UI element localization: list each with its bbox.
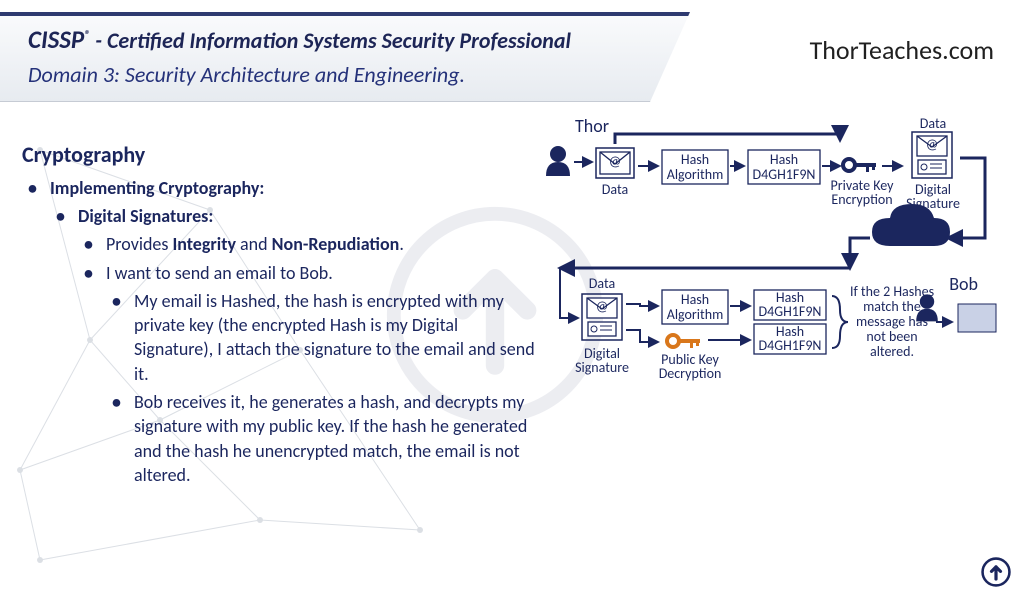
envelope-icon	[596, 148, 634, 178]
title-prefix: CISSP	[28, 24, 84, 55]
data-label-2: Data	[920, 115, 946, 132]
domain-subtitle: Domain 3: Security Architecture and Engi…	[28, 61, 662, 88]
bullet-step-sign: My email is Hashed, the hash is encrypte…	[106, 289, 537, 386]
data-label-1: Data	[602, 181, 628, 198]
bob-label: Bob	[949, 273, 978, 295]
svg-text:D4GH1F9N: D4GH1F9N	[759, 303, 822, 320]
key-icon-public	[667, 335, 700, 348]
svg-text:Encryption: Encryption	[831, 191, 892, 208]
data-label-3: Data	[589, 275, 615, 292]
header: CISSP® - Certified Information Systems S…	[0, 12, 1024, 104]
person-icon	[546, 146, 570, 176]
brand-label: ThorTeaches.com	[810, 34, 994, 66]
data-sig-package-icon-2	[582, 294, 622, 340]
svg-text:Algorithm: Algorithm	[667, 306, 724, 323]
bullet-integrity: Provides Integrity and Non-Repudiation.	[78, 232, 537, 256]
bullet-implementing: Implementing Cryptography: Digital Signa…	[22, 176, 537, 488]
svg-text:Signature: Signature	[575, 359, 629, 376]
content-column: Cryptography Implementing Cryptography: …	[22, 140, 537, 491]
page-title: CISSP® - Certified Information Systems S…	[28, 24, 662, 55]
title-plate: CISSP® - Certified Information Systems S…	[0, 12, 690, 102]
corner-logo-icon	[980, 556, 1012, 588]
svg-text:Algorithm: Algorithm	[667, 166, 724, 183]
title-suffix: - Certified Information Systems Security…	[90, 27, 571, 54]
key-icon	[843, 159, 876, 172]
data-sig-package-icon	[912, 132, 952, 178]
thor-label: Thor	[575, 115, 609, 137]
digital-signature-diagram: @ @	[540, 118, 1010, 478]
svg-text:Decryption: Decryption	[659, 365, 722, 382]
svg-text:altered.: altered.	[870, 343, 914, 360]
svg-text:D4GH1F9N: D4GH1F9N	[753, 166, 816, 183]
bullet-step-verify: Bob receives it, he generates a hash, an…	[106, 390, 537, 487]
slide: CISSP® - Certified Information Systems S…	[0, 0, 1024, 596]
bob-computer-icon	[916, 294, 996, 332]
svg-text:D4GH1F9N: D4GH1F9N	[759, 337, 822, 354]
section-heading: Cryptography	[22, 140, 537, 170]
bullet-send-email: I want to send an email to Bob. My email…	[78, 261, 537, 488]
bullet-digital-signatures: Digital Signatures: Provides Integrity a…	[50, 204, 537, 487]
